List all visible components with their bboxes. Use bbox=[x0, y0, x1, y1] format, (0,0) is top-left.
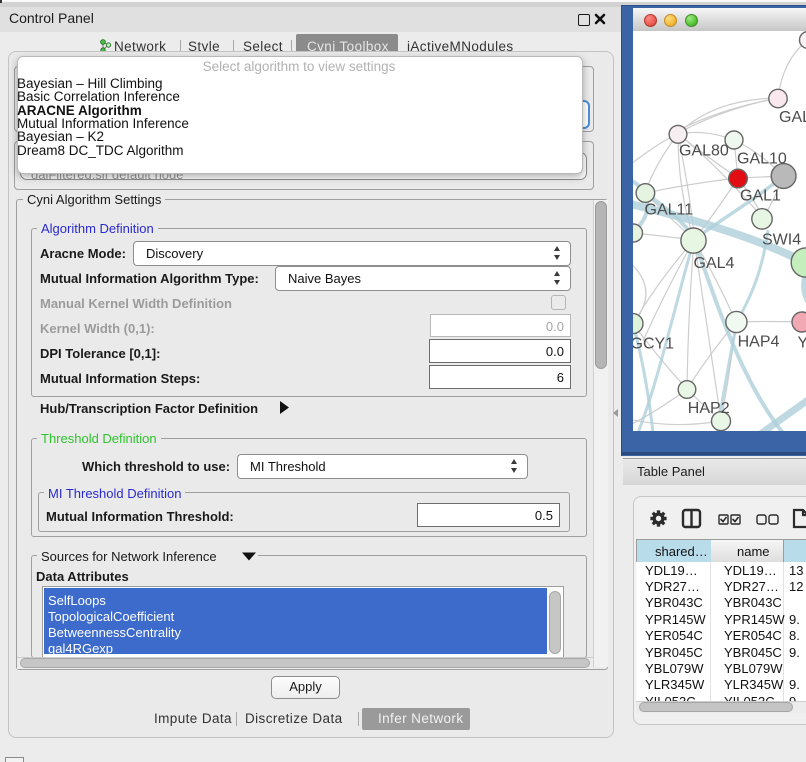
svg-text:YJ: YJ bbox=[798, 335, 806, 352]
svg-text:GCY1: GCY1 bbox=[633, 336, 674, 353]
svg-text:GAL80: GAL80 bbox=[679, 143, 729, 160]
svg-text:HAP2: HAP2 bbox=[688, 400, 730, 417]
svg-text:GAL10: GAL10 bbox=[737, 151, 787, 168]
svg-text:HAP4: HAP4 bbox=[738, 334, 780, 351]
svg-text:SWI4: SWI4 bbox=[762, 232, 801, 249]
svg-text:GAL1: GAL1 bbox=[740, 188, 781, 205]
svg-text:GAL11: GAL11 bbox=[645, 202, 694, 219]
svg-text:GAL7: GAL7 bbox=[779, 109, 806, 126]
svg-text:GAL4: GAL4 bbox=[694, 255, 735, 272]
